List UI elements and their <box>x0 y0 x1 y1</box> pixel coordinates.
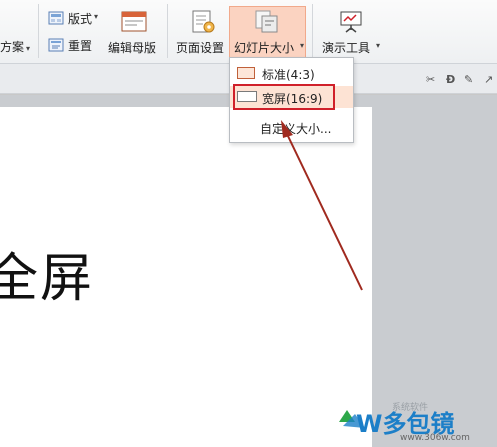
menu-item-standard-label: 标准(4:3) <box>262 68 315 82</box>
slide-size-icon <box>255 10 278 33</box>
layout-label: 版式 <box>68 12 93 26</box>
slide-title-text[interactable]: 全屏 <box>0 236 94 311</box>
reset-button[interactable]: 重置 <box>48 37 108 55</box>
watermark-caption: 系统软件 <box>392 403 429 413</box>
group-divider <box>38 4 39 58</box>
slide-size-button[interactable]: 幻灯片大小 ▾ <box>229 6 306 58</box>
presentation-tools-button[interactable]: 演示工具 ▾ <box>320 8 382 56</box>
menu-item-custom-label: 自定义大小... <box>260 122 332 136</box>
chevron-down-icon: ▾ <box>300 41 305 50</box>
projector-screen-icon <box>340 11 362 33</box>
magic-wand-icon[interactable]: ✎ <box>464 73 473 86</box>
layout-icon <box>48 11 64 25</box>
ribbon-toolbar: 方案 ▾ 版式 ▾ 重置 编辑母版 页面设置 幻灯片大小 ▾ 演示工具 ▾ <box>0 0 497 64</box>
page-setup-button[interactable]: 页面设置 <box>176 8 228 56</box>
menu-item-custom-size[interactable]: 自定义大小... <box>230 116 353 138</box>
edit-master-label: 编辑母版 <box>108 41 157 55</box>
slide-size-label: 幻灯片大小 <box>234 41 295 55</box>
edit-master-button[interactable]: 编辑母版 <box>108 8 160 56</box>
edit-master-icon <box>121 11 147 32</box>
reset-label: 重置 <box>68 39 93 53</box>
page-setup-icon <box>192 10 215 33</box>
group-divider <box>167 4 168 58</box>
chevron-down-icon: ▾ <box>94 12 99 21</box>
page-setup-label: 页面设置 <box>176 41 225 55</box>
menu-item-standard[interactable]: 标准(4:3) <box>230 62 353 84</box>
standard-ratio-icon <box>237 67 255 79</box>
presentation-tools-label: 演示工具 <box>322 41 371 55</box>
slide-size-menu: 标准(4:3) 宽屏(16:9) 自定义大小... <box>229 57 354 143</box>
brush-icon[interactable]: ↗ <box>484 73 493 86</box>
scheme-button[interactable]: 方案 ▾ <box>0 38 30 55</box>
scissors-icon[interactable]: ✂ <box>426 73 435 86</box>
format-icon[interactable]: Ð <box>446 73 455 86</box>
highlight-box <box>233 84 335 110</box>
group-divider <box>312 4 313 58</box>
chevron-down-icon: ▾ <box>376 41 381 50</box>
watermark-url: www.306w.com <box>400 433 470 443</box>
reset-icon <box>48 38 64 52</box>
chevron-down-icon: ▾ <box>26 44 31 53</box>
scheme-label: 方案 <box>0 40 25 54</box>
